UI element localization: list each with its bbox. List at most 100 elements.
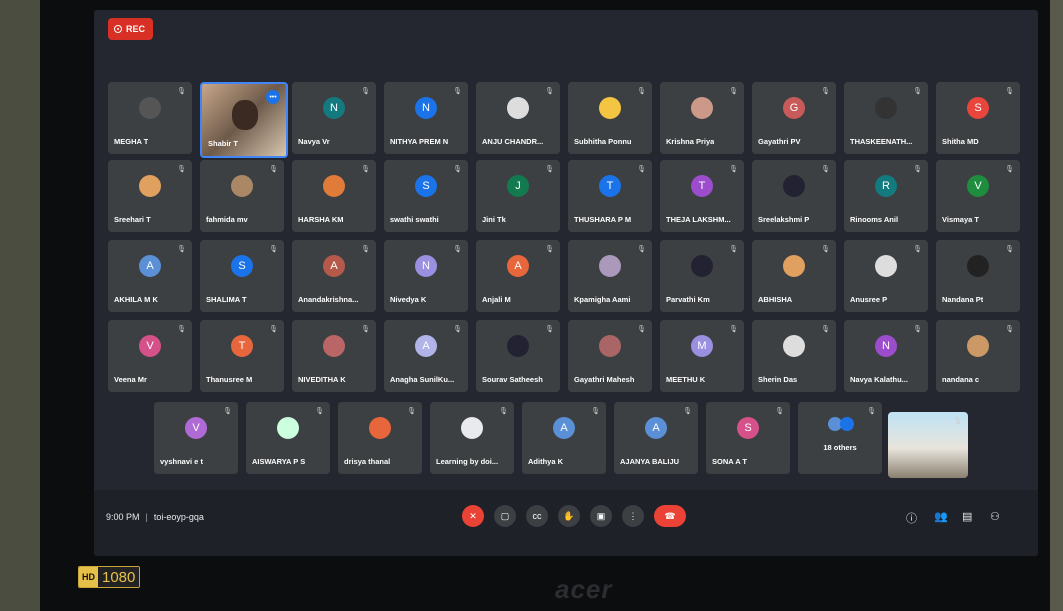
participant-tile[interactable]: S 🎙 SONA A T [706, 402, 790, 474]
mic-muted-icon: 🎙 [821, 88, 830, 95]
raise-hand-button[interactable]: ✋ [558, 505, 580, 527]
participant-tile[interactable]: M 🎙 MEETHU K [660, 320, 744, 392]
participant-name: Sherin Das [758, 375, 798, 384]
participant-name: AJANYA BALIJU [620, 457, 680, 466]
participant-tile[interactable]: 🎙 HARSHA KM [292, 160, 376, 232]
avatar: S [967, 96, 989, 119]
participant-name: THASKEENATH... [850, 137, 913, 146]
participant-tile[interactable]: V 🎙 Veena Mr [108, 320, 192, 392]
mic-muted-icon: 🎙 [269, 326, 278, 333]
participant-tile[interactable]: S 🎙 Shitha MD [936, 82, 1020, 154]
featured-video-tile[interactable]: ••• Shabir T [200, 82, 288, 158]
mic-muted-icon: 🎙 [177, 88, 186, 95]
present-button[interactable]: ▣ [590, 505, 612, 527]
participant-tile[interactable]: 🎙 NIVEDITHA K [292, 320, 376, 392]
participant-name: NIVEDITHA K [298, 375, 346, 384]
mic-muted-icon: 🎙 [913, 166, 922, 173]
participant-tile[interactable]: R 🎙 Rinooms Anil [844, 160, 928, 232]
profile-photo [691, 96, 713, 119]
profile-photo [599, 254, 621, 277]
participant-tile[interactable]: 🎙 Sreelakshmi P [752, 160, 836, 232]
participant-tile[interactable]: 🎙 nandana c [936, 320, 1020, 392]
mic-muted-icon: 🎙 [775, 408, 784, 415]
participant-tile[interactable]: 🎙 Subhitha Ponnu [568, 82, 652, 154]
participant-tile[interactable]: T 🎙 THUSHARA P M [568, 160, 652, 232]
participant-tile[interactable]: 🎙 Sreehari T [108, 160, 192, 232]
participant-name: fahmida mv [206, 215, 248, 224]
participant-tile[interactable]: 🎙 Sourav Satheesh [476, 320, 560, 392]
mic-muted-icon: 🎙 [913, 246, 922, 253]
participant-tile[interactable]: 🎙 Anusree P [844, 240, 928, 312]
participant-tile[interactable]: J 🎙 Jini Tk [476, 160, 560, 232]
participant-tile[interactable]: A 🎙 Anagha SunilKu... [384, 320, 468, 392]
chat-icon[interactable]: ▤ [962, 510, 972, 523]
participant-tile[interactable]: 🎙 ANJU CHANDR... [476, 82, 560, 154]
participant-tile[interactable]: 🎙 AISWARYA P S [246, 402, 330, 474]
participant-tile[interactable]: T 🎙 Thanusree M [200, 320, 284, 392]
self-preview-tile[interactable]: 🎙 [888, 412, 968, 478]
camera-toggle-button[interactable]: ▢ [494, 505, 516, 527]
recording-label: REC [126, 24, 146, 34]
more-options-icon[interactable]: ••• [266, 90, 280, 104]
people-icon[interactable]: 👥 [934, 510, 948, 523]
participant-tile[interactable]: A 🎙 AKHILA M K [108, 240, 192, 312]
meeting-details-icon[interactable]: ⓘ [906, 510, 917, 526]
mic-muted-icon: 🎙 [1005, 326, 1014, 333]
profile-photo [323, 174, 345, 197]
participant-tile[interactable]: T 🎙 THEJA LAKSHM... [660, 160, 744, 232]
participant-name: Anusree P [850, 295, 888, 304]
more-options-button[interactable]: ⋮ [622, 505, 644, 527]
participant-tile[interactable]: A 🎙 Anandakrishna... [292, 240, 376, 312]
participant-name: 18 others [823, 443, 857, 452]
avatar: N [415, 96, 437, 119]
profile-photo [691, 254, 713, 277]
activities-icon[interactable]: ⚇ [990, 510, 1000, 523]
participant-name: Adithya K [528, 457, 564, 466]
participant-tile[interactable]: V 🎙 Vismaya T [936, 160, 1020, 232]
meet-screen: 🎙 MEGHA T ••• Shabir T N 🎙 Navya Vr N 🎙 NITHYA PR… [94, 10, 1038, 556]
participant-tile[interactable]: 🎙 Parvathi Km [660, 240, 744, 312]
participant-tile[interactable]: 🎙 Kpamigha Aami [568, 240, 652, 312]
participant-tile[interactable]: 🎙 Sherin Das [752, 320, 836, 392]
profile-photo [783, 174, 805, 197]
participant-tile[interactable]: N 🎙 NITHYA PREM N [384, 82, 468, 154]
avatar: J [507, 174, 529, 197]
participant-tile[interactable]: N 🎙 Nivedya K [384, 240, 468, 312]
mic-muted-icon: 🎙 [1005, 166, 1014, 173]
mic-muted-icon: 🎙 [545, 166, 554, 173]
mic-muted-icon: 🎙 [223, 408, 232, 415]
meeting-info-separator: | [145, 512, 148, 522]
participant-tile[interactable]: A 🎙 Anjali M [476, 240, 560, 312]
mic-muted-icon: 🎙 [867, 408, 876, 415]
mic-muted-icon: 🎙 [453, 88, 462, 95]
participant-tile[interactable]: S 🎙 swathi swathi [384, 160, 468, 232]
participant-tile[interactable]: 🎙 18 others [798, 402, 882, 474]
captions-button[interactable]: cc [526, 505, 548, 527]
participant-tile[interactable]: 🎙 THASKEENATH... [844, 82, 928, 154]
leave-call-button[interactable]: ☎ [654, 505, 686, 527]
participant-name: MEETHU K [666, 375, 706, 384]
participant-tile[interactable]: 🎙 Nandana Pt [936, 240, 1020, 312]
participant-tile[interactable]: G 🎙 Gayathri PV [752, 82, 836, 154]
participant-tile[interactable]: 🎙 ABHISHA [752, 240, 836, 312]
participant-tile[interactable]: 🎙 fahmida mv [200, 160, 284, 232]
participant-name: Shitha MD [942, 137, 979, 146]
participant-tile[interactable]: S 🎙 SHALIMA T [200, 240, 284, 312]
participant-tile[interactable]: 🎙 Learning by doi... [430, 402, 514, 474]
participant-tile[interactable]: A 🎙 AJANYA BALIJU [614, 402, 698, 474]
mic-muted-icon: 🎙 [545, 326, 554, 333]
participant-tile[interactable]: N 🎙 Navya Vr [292, 82, 376, 154]
mic-muted-icon: 🎙 [315, 408, 324, 415]
participant-name: Subhitha Ponnu [574, 137, 632, 146]
participant-tile[interactable]: 🎙 Krishna Priya [660, 82, 744, 154]
participant-tile[interactable]: V 🎙 vyshnavi e t [154, 402, 238, 474]
mic-muted-icon: 🎙 [1005, 88, 1014, 95]
participant-name: vyshnavi e t [160, 457, 203, 466]
participant-tile[interactable]: N 🎙 Navya Kalathu... [844, 320, 928, 392]
participant-tile[interactable]: 🎙 MEGHA T [108, 82, 192, 154]
participant-tile[interactable]: A 🎙 Adithya K [522, 402, 606, 474]
participant-name: Anandakrishna... [298, 295, 359, 304]
participant-tile[interactable]: 🎙 drisya thanal [338, 402, 422, 474]
participant-tile[interactable]: 🎙 Gayathri Mahesh [568, 320, 652, 392]
mic-toggle-button[interactable]: ✕ [462, 505, 484, 527]
